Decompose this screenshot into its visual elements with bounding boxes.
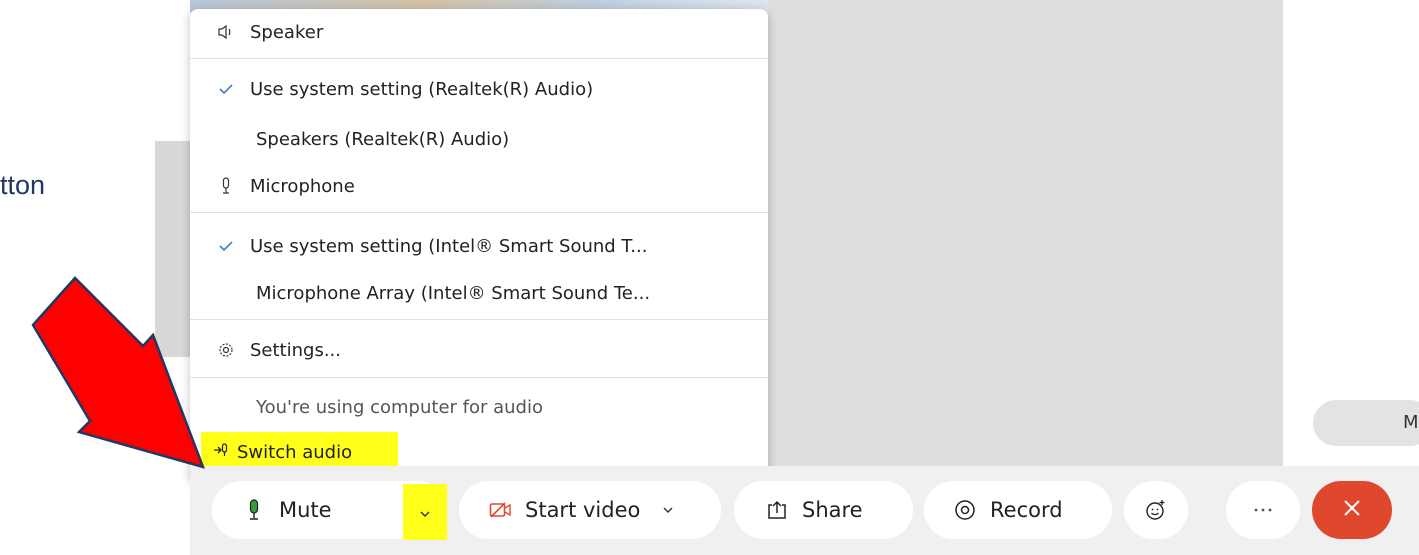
close-icon — [1342, 495, 1362, 525]
right-panel — [1283, 0, 1419, 466]
start-video-label: Start video — [525, 498, 641, 522]
audio-status-text: You're using computer for audio — [190, 389, 768, 425]
mic-mute-icon — [247, 499, 261, 521]
share-icon — [766, 500, 788, 520]
gear-icon — [190, 342, 250, 358]
menu-divider — [190, 319, 768, 320]
emoji-icon — [1145, 499, 1167, 521]
share-button[interactable]: Share — [734, 481, 913, 539]
check-icon — [190, 240, 250, 252]
record-icon — [954, 499, 976, 521]
switch-audio-icon — [213, 442, 229, 462]
mute-label: Mute — [279, 498, 332, 522]
chevron-down-icon[interactable] — [662, 506, 674, 514]
microphone-option-array[interactable]: Microphone Array (Intel® Smart Sound Te.… — [190, 275, 768, 311]
audio-options-menu: Speaker Use system setting (Realtek(R) A… — [190, 9, 768, 483]
more-icon — [1253, 508, 1273, 512]
microphone-section-header: Microphone — [190, 168, 768, 204]
check-icon — [190, 83, 250, 95]
microphone-icon — [190, 177, 250, 195]
slide-partial-text: tton — [0, 170, 46, 200]
microphone-option-label: Use system setting (Intel® Smart Sound T… — [250, 235, 648, 257]
speaker-option-system[interactable]: Use system setting (Realtek(R) Audio) — [190, 71, 768, 107]
settings-menu-item[interactable]: Settings... — [190, 332, 768, 368]
menu-divider — [190, 212, 768, 213]
more-options-button[interactable] — [1226, 481, 1300, 539]
speaker-icon — [190, 24, 250, 40]
meeting-toolbar: Mute Start video Share Record — [190, 466, 1419, 555]
speaker-header-label: Speaker — [250, 21, 324, 43]
microphone-option-system[interactable]: Use system setting (Intel® Smart Sound T… — [190, 228, 768, 264]
leave-meeting-button[interactable] — [1312, 481, 1392, 539]
reactions-button[interactable] — [1124, 481, 1188, 539]
record-label: Record — [990, 498, 1063, 522]
right-pill-button[interactable]: M — [1313, 400, 1419, 446]
record-button[interactable]: Record — [924, 481, 1112, 539]
microphone-option-label: Microphone Array (Intel® Smart Sound Te.… — [256, 282, 651, 304]
microphone-header-label: Microphone — [250, 175, 355, 197]
share-label: Share — [802, 498, 863, 522]
start-video-button[interactable]: Start video — [459, 481, 721, 539]
speaker-section-header: Speaker — [190, 14, 768, 50]
speaker-option-label: Speakers (Realtek(R) Audio) — [256, 128, 510, 150]
speaker-option-label: Use system setting (Realtek(R) Audio) — [250, 78, 594, 100]
speaker-option-realtek[interactable]: Speakers (Realtek(R) Audio) — [190, 121, 768, 157]
menu-divider — [190, 58, 768, 59]
chevron-down-icon — [419, 503, 431, 522]
settings-label: Settings... — [250, 339, 341, 361]
video-off-icon — [489, 501, 513, 519]
menu-divider — [190, 377, 768, 378]
audio-status-label: You're using computer for audio — [256, 396, 543, 418]
audio-options-chevron[interactable] — [403, 484, 447, 540]
switch-audio-label: Switch audio — [237, 441, 353, 463]
